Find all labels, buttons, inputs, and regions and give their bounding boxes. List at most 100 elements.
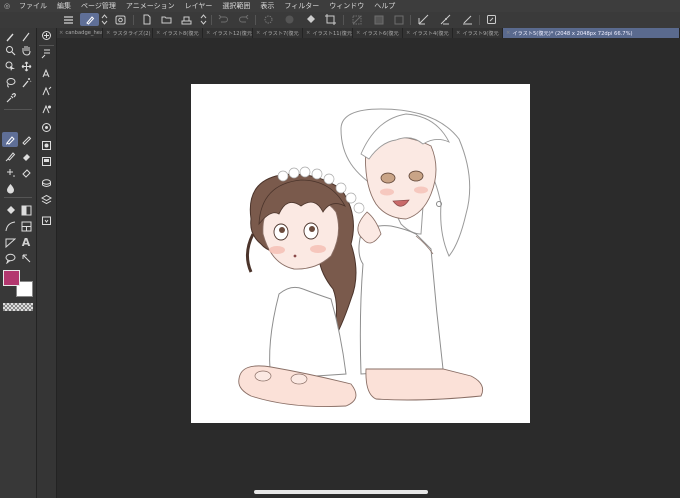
color-wheel-icon[interactable] xyxy=(39,154,53,168)
frame-border-icon[interactable] xyxy=(19,219,33,233)
artboard-canvas[interactable] xyxy=(191,84,530,423)
curve-icon[interactable] xyxy=(3,219,17,233)
document-tab[interactable]: × canbadge_heac xyxy=(56,28,103,38)
document-tab[interactable]: × イラスト6(復元 xyxy=(353,28,403,38)
clear-outside-selection-icon[interactable] xyxy=(283,13,296,26)
sub-tool-icon[interactable] xyxy=(114,13,127,26)
close-icon[interactable]: × xyxy=(356,30,360,36)
document-tab[interactable]: × ラスタライズ(2) xyxy=(103,28,153,38)
blend-icon[interactable] xyxy=(3,181,17,195)
close-icon[interactable]: × xyxy=(506,30,510,36)
sub-tool-pencil-icon[interactable] xyxy=(39,84,53,98)
grid-snap-icon[interactable] xyxy=(460,13,474,26)
document-tab[interactable]: × イラスト4(復元 xyxy=(403,28,453,38)
menu-animation[interactable]: アニメーション xyxy=(121,1,180,11)
lasso-icon[interactable] xyxy=(3,75,17,89)
document-tab[interactable]: × イラスト7(復元 xyxy=(253,28,303,38)
close-icon[interactable]: × xyxy=(256,30,260,36)
undo-icon[interactable] xyxy=(216,13,229,26)
separator xyxy=(4,109,32,110)
brush-icon[interactable] xyxy=(19,30,33,44)
ruler-snap-icon[interactable] xyxy=(416,13,430,26)
close-icon[interactable]: × xyxy=(106,30,110,36)
sub-tool-brush-icon[interactable] xyxy=(39,102,53,116)
menu-edit[interactable]: 編集 xyxy=(52,1,76,11)
layer-property-icon[interactable] xyxy=(39,176,53,190)
command-bar xyxy=(0,12,680,29)
correct-line-icon[interactable] xyxy=(19,251,33,265)
pen-icon[interactable] xyxy=(3,30,17,44)
redo-icon[interactable] xyxy=(237,13,250,26)
document-tab[interactable]: × イラスト9(復元 xyxy=(453,28,503,38)
clip-studio-icon[interactable]: ◎ xyxy=(0,2,14,10)
special-ruler-snap-icon[interactable] xyxy=(438,13,452,26)
open-folder-icon[interactable] xyxy=(160,13,173,26)
gradient-icon[interactable] xyxy=(19,203,33,217)
tablet-settings-icon[interactable] xyxy=(484,13,498,26)
menu-selection[interactable]: 選択範囲 xyxy=(217,1,255,11)
document-tab[interactable]: × イラスト11(復元 xyxy=(303,28,353,38)
separator xyxy=(4,197,32,198)
document-tab[interactable]: × イラスト12(復元 xyxy=(203,28,253,38)
sub-tool-marker-icon[interactable] xyxy=(39,66,53,80)
tool-palette: A xyxy=(0,28,37,498)
brush-tool-icon[interactable] xyxy=(3,149,17,163)
menu-help[interactable]: ヘルプ xyxy=(369,1,400,11)
eyedropper-icon[interactable] xyxy=(3,91,17,105)
menu-bar: ◎ ファイル 編集 ページ管理 アニメーション レイヤー 選択範囲 表示 フィル… xyxy=(0,0,680,12)
hand-icon[interactable] xyxy=(19,43,33,57)
close-icon[interactable]: × xyxy=(306,30,310,36)
airbrush-icon[interactable] xyxy=(3,165,17,179)
save-icon[interactable] xyxy=(180,13,193,26)
document-tab-bar: × canbadge_heac × ラスタライズ(2) × イラスト8(復元 × イラス… xyxy=(56,28,680,38)
brush-size-icon[interactable] xyxy=(39,138,53,152)
sub-tool-pen-icon[interactable] xyxy=(39,46,53,60)
deselect-icon[interactable] xyxy=(350,13,363,26)
close-icon[interactable]: × xyxy=(456,30,460,36)
layers-icon[interactable] xyxy=(39,192,53,206)
new-file-icon[interactable] xyxy=(140,13,153,26)
menu-layer[interactable]: レイヤー xyxy=(180,1,218,11)
material-icon[interactable] xyxy=(39,213,53,227)
hamburger-menu-icon[interactable] xyxy=(62,13,75,26)
show-selection-icon[interactable] xyxy=(392,13,405,26)
fill-tool-icon[interactable] xyxy=(3,203,17,217)
close-icon[interactable]: × xyxy=(59,30,63,36)
document-tab-active[interactable]: × イラスト5(復元)* (2048 x 2048px 72dpi 66.7%) xyxy=(503,28,680,38)
separator xyxy=(133,15,134,25)
close-icon[interactable]: × xyxy=(156,30,160,36)
document-tab[interactable]: × イラスト8(復元 xyxy=(153,28,203,38)
save-options-arrows-icon[interactable] xyxy=(199,13,208,26)
transform-icon[interactable] xyxy=(324,13,337,26)
sort-arrows-icon[interactable] xyxy=(100,13,109,26)
menu-page-management[interactable]: ページ管理 xyxy=(76,1,121,11)
menu-view[interactable]: 表示 xyxy=(255,1,279,11)
close-icon[interactable]: × xyxy=(406,30,410,36)
menu-filter[interactable]: フィルター xyxy=(279,1,324,11)
fill-icon[interactable] xyxy=(304,13,317,26)
main-color-swatch[interactable] xyxy=(3,270,20,286)
zoom-icon[interactable] xyxy=(3,43,17,57)
text-icon[interactable]: A xyxy=(19,235,33,249)
ruler-icon[interactable] xyxy=(3,235,17,249)
g-pen-icon[interactable] xyxy=(2,132,18,147)
separator xyxy=(255,15,256,25)
clear-layer-icon[interactable] xyxy=(262,13,275,26)
balloon-icon[interactable] xyxy=(3,251,17,265)
pencil-icon[interactable] xyxy=(19,132,33,146)
eraser-alt-icon[interactable] xyxy=(19,165,33,179)
magic-wand-icon[interactable] xyxy=(19,75,33,89)
transparent-color-swatch[interactable] xyxy=(3,303,33,311)
navigator-icon[interactable] xyxy=(39,28,53,42)
eraser-icon[interactable] xyxy=(19,149,33,163)
pen-tool-icon[interactable] xyxy=(80,13,99,26)
close-icon[interactable]: × xyxy=(206,30,210,36)
menu-file[interactable]: ファイル xyxy=(14,1,52,11)
move-icon[interactable] xyxy=(19,59,33,73)
object-select-icon[interactable] xyxy=(3,59,17,73)
separator xyxy=(479,15,480,25)
home-indicator xyxy=(254,490,428,494)
tool-property-icon[interactable] xyxy=(39,120,53,134)
invert-selection-icon[interactable] xyxy=(372,13,385,26)
menu-window[interactable]: ウィンドウ xyxy=(324,1,369,11)
